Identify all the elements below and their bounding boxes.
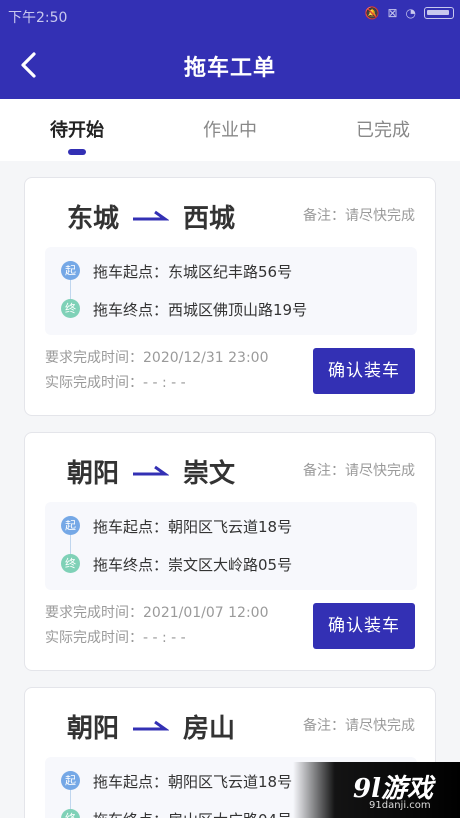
watermark-site: 91danji.com (369, 800, 431, 811)
close-box-icon: ⊠ (387, 6, 398, 20)
site-watermark: 9l游戏 91danji.com (293, 762, 460, 818)
start-address: 拖车起点：朝阳区飞云道18号 (93, 773, 293, 791)
actual-time: 实际完成时间：- - : - - (45, 375, 186, 391)
actual-time: 实际完成时间：- - : - - (45, 630, 186, 646)
address-box: 起 终 拖车起点：东城区纪丰路56号 拖车终点：西城区佛顶山路19号 (45, 247, 417, 335)
route-to: 西城 (183, 204, 236, 234)
route-connector (70, 790, 71, 809)
start-point-icon: 起 (61, 771, 80, 790)
status-time: 下午2:50 (8, 10, 68, 26)
status-icons: 🔕 ⊠ ◔ (364, 6, 454, 20)
start-address: 拖车起点：东城区纪丰路56号 (93, 263, 293, 281)
end-address: 拖车终点：崇文区大岭路05号 (93, 556, 293, 574)
route-title: 东城 西城 (67, 198, 235, 235)
tab-pending[interactable]: 待开始 (17, 116, 137, 142)
app-header: 下午2:50 🔕 ⊠ ◔ 拖车工单 (0, 0, 460, 99)
route-from: 朝阳 (67, 459, 120, 489)
route-connector (70, 535, 71, 554)
page-title: 拖车工单 (183, 56, 276, 81)
order-card[interactable]: 朝阳 崇文 备注：请尽快完成 起 终 拖车起点：朝阳区飞云道18号 拖车终点：崇… (24, 432, 436, 671)
route-title: 朝阳 房山 (67, 708, 235, 745)
tab-bar: 待开始 作业中 已完成 (0, 99, 460, 161)
end-point-icon: 终 (61, 809, 80, 818)
route-arrow-icon (133, 465, 170, 475)
order-card[interactable]: 东城 西城 备注：请尽快完成 起 终 拖车起点：东城区纪丰路56号 拖车终点：西… (24, 177, 436, 416)
required-time: 要求完成时间：2021/01/07 12:00 (45, 605, 269, 621)
tab-completed[interactable]: 已完成 (323, 116, 443, 142)
route-connector (70, 280, 71, 299)
tab-in-progress[interactable]: 作业中 (170, 116, 290, 142)
address-box: 起 终 拖车起点：朝阳区飞云道18号 拖车终点：崇文区大岭路05号 (45, 502, 417, 590)
status-bar: 下午2:50 🔕 ⊠ ◔ (0, 0, 460, 32)
confirm-loading-button[interactable]: 确认装车 (313, 603, 415, 649)
battery-icon (424, 7, 454, 19)
start-point-icon: 起 (61, 516, 80, 535)
wifi-icon: ◔ (405, 6, 416, 20)
required-time: 要求完成时间：2020/12/31 23:00 (45, 350, 269, 366)
route-arrow-icon (133, 210, 170, 220)
route-title: 朝阳 崇文 (67, 453, 235, 490)
confirm-loading-button[interactable]: 确认装车 (313, 348, 415, 394)
mute-icon: 🔕 (364, 6, 380, 20)
end-address: 拖车终点：西城区佛顶山路19号 (93, 301, 308, 319)
order-note: 备注：请尽快完成 (303, 463, 415, 479)
start-address: 拖车起点：朝阳区飞云道18号 (93, 518, 293, 536)
start-point-icon: 起 (61, 261, 80, 280)
end-point-icon: 终 (61, 554, 80, 573)
route-from: 东城 (67, 204, 120, 234)
end-address: 拖车终点：房山区大广路04号 (93, 809, 292, 818)
route-arrow-icon (133, 720, 170, 730)
route-from: 朝阳 (67, 714, 120, 744)
order-note: 备注：请尽快完成 (303, 718, 415, 734)
end-point-icon: 终 (61, 299, 80, 318)
route-to: 崇文 (183, 459, 236, 489)
route-to: 房山 (183, 714, 236, 744)
active-tab-indicator (68, 149, 86, 155)
order-note: 备注：请尽快完成 (303, 208, 415, 224)
